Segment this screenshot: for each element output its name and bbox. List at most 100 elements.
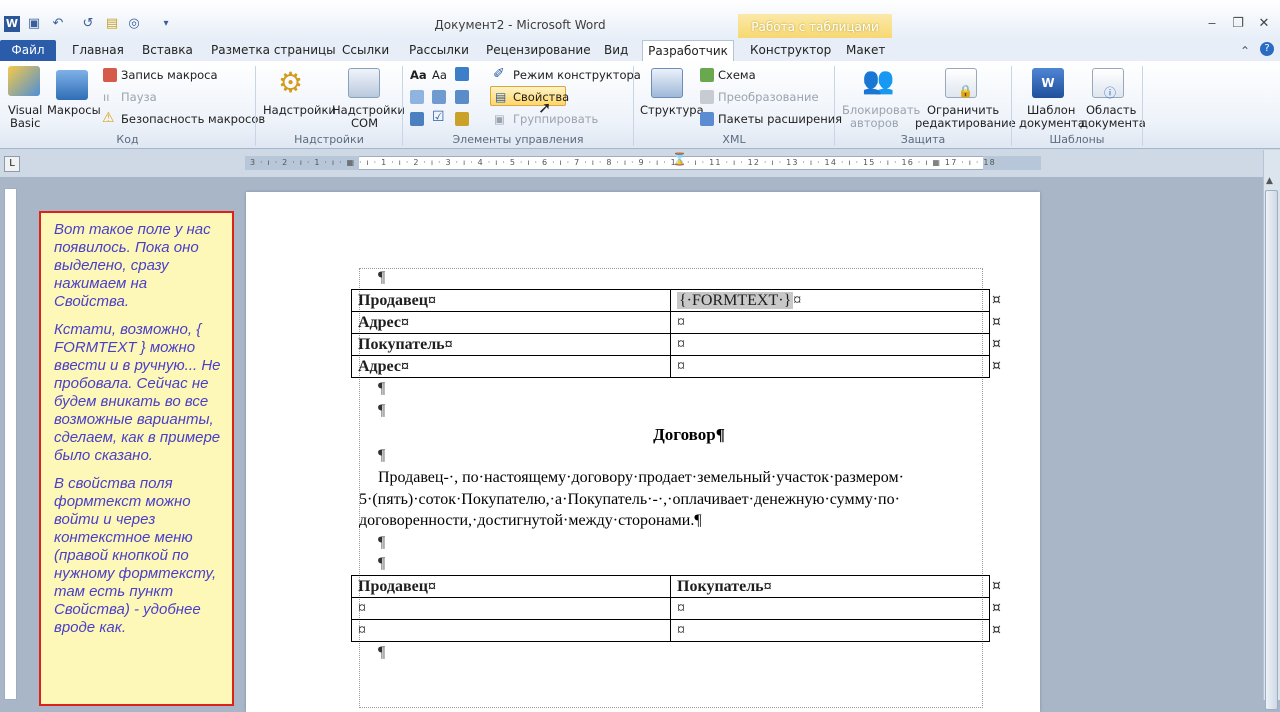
body-text-line[interactable]: 5·(пять)·соток·Покупателю,·а·Покупатель·… bbox=[359, 491, 900, 509]
combo-box-icon[interactable] bbox=[432, 90, 446, 104]
properties-icon[interactable]: ▤ bbox=[495, 90, 506, 104]
plain-text-control-icon[interactable]: Aa bbox=[432, 68, 447, 82]
tab-design[interactable]: Конструктор bbox=[746, 40, 835, 62]
pause-icon: ıı bbox=[103, 90, 110, 104]
row-end-mark: ¤ bbox=[992, 358, 1001, 374]
row-end-mark: ¤ bbox=[992, 292, 1001, 308]
cell-mark: ¤ bbox=[793, 291, 802, 309]
structure-icon[interactable] bbox=[651, 68, 683, 98]
document-template-button[interactable]: Шаблон bbox=[1027, 103, 1075, 117]
table-header-cell[interactable]: Покупатель¤ bbox=[670, 575, 990, 598]
table-row[interactable]: ¤ ¤ bbox=[351, 597, 990, 620]
row-end-mark: ¤ bbox=[992, 578, 1001, 594]
macro-security-button[interactable]: Безопасность макросов bbox=[121, 112, 265, 126]
addins-gear-icon[interactable]: ⚙ bbox=[278, 66, 303, 99]
table-cell[interactable]: ¤ bbox=[351, 619, 671, 642]
design-mode-icon[interactable]: ✐ bbox=[493, 66, 505, 82]
ruler-indent-marker[interactable]: ⌛ bbox=[672, 152, 687, 166]
tab-file[interactable]: Файл bbox=[0, 40, 56, 62]
table-row[interactable]: Адрес¤ ¤ bbox=[351, 355, 990, 378]
table-row[interactable]: Покупатель¤ ¤ bbox=[351, 333, 990, 356]
scrollbar-thumb[interactable] bbox=[1265, 190, 1278, 710]
visual-basic-label[interactable]: Visual bbox=[8, 103, 42, 117]
date-picker-icon[interactable] bbox=[410, 112, 424, 126]
table-cell-value[interactable]: ¤ bbox=[670, 355, 990, 378]
document-template-label-2[interactable]: документа bbox=[1019, 116, 1085, 130]
paragraph-mark: ¶ bbox=[378, 555, 386, 572]
rich-text-control-icon[interactable]: Aa bbox=[410, 68, 427, 82]
table-row[interactable]: Продавец¤ Покупатель¤ bbox=[351, 575, 990, 598]
tab-mailings[interactable]: Рассылки bbox=[405, 40, 473, 62]
note-paragraph: Кстати, возможно, { FORMTEXT } можно вве… bbox=[54, 321, 221, 464]
minimize-icon[interactable]: ‒ bbox=[1200, 16, 1224, 32]
help-icon[interactable]: ? bbox=[1260, 42, 1274, 56]
table-cell-value[interactable]: ¤ bbox=[670, 311, 990, 334]
table-cell[interactable]: ¤ bbox=[670, 619, 990, 642]
signature-table[interactable]: Продавец¤ Покупатель¤ ¤ ¤ ¤ ¤ bbox=[351, 575, 990, 642]
table-header-cell[interactable]: Продавец¤ bbox=[351, 575, 671, 598]
record-macro-button[interactable]: Запись макроса bbox=[121, 68, 218, 82]
design-mode-button[interactable]: Режим конструктора bbox=[513, 68, 641, 82]
table-cell[interactable]: ¤ bbox=[670, 597, 990, 620]
macros-icon[interactable] bbox=[56, 70, 88, 100]
scroll-up-arrow[interactable]: ▲ bbox=[1266, 176, 1273, 186]
table-cell-label[interactable]: Покупатель¤ bbox=[351, 333, 671, 356]
com-addins-label-2[interactable]: COM bbox=[351, 116, 378, 130]
table-cell[interactable]: ¤ bbox=[351, 597, 671, 620]
document-panel-label-2[interactable]: документа bbox=[1080, 116, 1146, 130]
tab-page-layout[interactable]: Разметка страницы bbox=[207, 40, 340, 62]
tab-home[interactable]: Главная bbox=[68, 40, 128, 62]
visual-basic-label-2[interactable]: Basic bbox=[10, 116, 40, 130]
structure-button[interactable]: Структура bbox=[640, 103, 704, 117]
visual-basic-icon[interactable] bbox=[8, 66, 40, 96]
tab-review[interactable]: Рецензирование bbox=[482, 40, 595, 62]
table-row[interactable]: ¤ ¤ bbox=[351, 619, 990, 642]
legacy-tools-icon[interactable] bbox=[455, 112, 469, 126]
formtext-field[interactable]: {·FORMTEXT·} bbox=[677, 291, 794, 309]
expansion-packs-button[interactable]: Пакеты расширения bbox=[718, 112, 842, 126]
note-paragraph: Вот такое поле у нас появилось. Пока оно… bbox=[54, 221, 211, 310]
table-cell-value[interactable]: {·FORMTEXT·} ¤ bbox=[670, 289, 990, 312]
dropdown-list-icon[interactable] bbox=[455, 90, 469, 104]
tab-selector[interactable]: L bbox=[4, 156, 20, 172]
lock-icon: 🔒 bbox=[958, 84, 973, 98]
building-block-icon[interactable] bbox=[410, 90, 424, 104]
group-control-icon: ▣ bbox=[494, 112, 505, 126]
document-panel-button[interactable]: Область bbox=[1086, 103, 1136, 117]
restore-icon[interactable]: ❐ bbox=[1226, 16, 1250, 32]
parties-table[interactable]: Продавец¤ {·FORMTEXT·} ¤ Адрес¤ ¤ Покупат… bbox=[351, 289, 990, 378]
com-addins-button[interactable]: Надстройки bbox=[332, 103, 405, 117]
table-row[interactable]: Адрес¤ ¤ bbox=[351, 311, 990, 334]
table-cell-label[interactable]: Адрес¤ bbox=[351, 311, 671, 334]
table-cell-label[interactable]: Адрес¤ bbox=[351, 355, 671, 378]
tab-view[interactable]: Вид bbox=[600, 40, 632, 62]
expansion-packs-icon[interactable] bbox=[700, 112, 714, 126]
record-macro-icon[interactable] bbox=[103, 68, 117, 82]
ruler-numbers: 3 · ı · 2 · ı · 1 · ı · ▦ · ı · 1 · ı · … bbox=[250, 158, 996, 167]
tab-references[interactable]: Ссылки bbox=[338, 40, 393, 62]
picture-control-icon[interactable] bbox=[455, 67, 469, 81]
vertical-ruler[interactable] bbox=[4, 188, 17, 700]
tab-developer[interactable]: Разработчик bbox=[642, 40, 734, 63]
document-heading[interactable]: Договор¶ bbox=[359, 425, 1019, 445]
schema-button[interactable]: Схема bbox=[718, 68, 756, 82]
table-cell-label[interactable]: Продавец¤ bbox=[351, 289, 671, 312]
addins-button[interactable]: Надстройки bbox=[263, 103, 336, 117]
macros-button[interactable]: Макросы bbox=[47, 103, 101, 117]
table-cell-value[interactable]: ¤ bbox=[670, 333, 990, 356]
row-end-mark: ¤ bbox=[992, 622, 1001, 638]
checkbox-icon[interactable]: ☑ bbox=[432, 109, 445, 125]
restrict-editing-button[interactable]: Ограничить bbox=[927, 103, 999, 117]
body-text-line[interactable]: договоренности,·достигнутой·между·сторон… bbox=[359, 512, 702, 530]
com-addins-icon[interactable] bbox=[348, 68, 380, 98]
table-row[interactable]: Продавец¤ {·FORMTEXT·} ¤ bbox=[351, 289, 990, 312]
group-label-xml: XML bbox=[722, 133, 746, 146]
schema-icon[interactable] bbox=[700, 68, 714, 82]
close-icon[interactable]: ✕ bbox=[1252, 16, 1276, 32]
tab-table-layout[interactable]: Макет bbox=[842, 40, 889, 62]
document-template-icon[interactable]: W bbox=[1032, 68, 1064, 98]
restrict-editing-label-2[interactable]: редактирование bbox=[915, 116, 1016, 130]
minimize-ribbon-icon[interactable]: ⌃ bbox=[1240, 44, 1250, 58]
tab-insert[interactable]: Вставка bbox=[138, 40, 197, 62]
body-text-line[interactable]: Продавец-·, по·настоящему·договору·прода… bbox=[378, 469, 904, 487]
